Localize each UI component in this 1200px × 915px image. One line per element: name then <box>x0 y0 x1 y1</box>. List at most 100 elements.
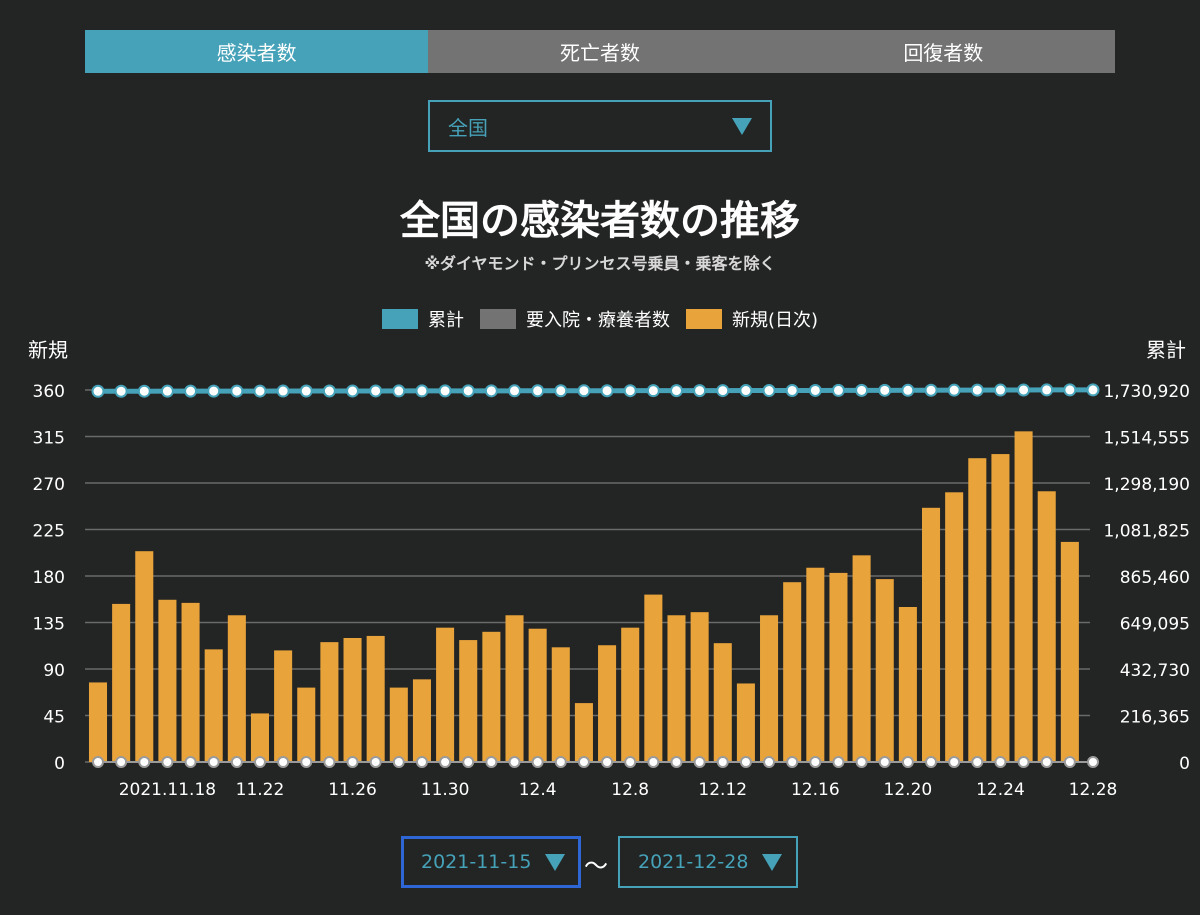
point-cumulative[interactable] <box>646 384 660 398</box>
bar-new-cases[interactable] <box>736 683 755 762</box>
point-hospitalized[interactable] <box>300 756 313 768</box>
bar-new-cases[interactable] <box>621 627 640 762</box>
point-hospitalized[interactable] <box>253 756 266 768</box>
bar-new-cases[interactable] <box>806 567 825 762</box>
point-hospitalized[interactable] <box>716 756 729 768</box>
point-hospitalized[interactable] <box>323 756 336 768</box>
point-cumulative[interactable] <box>531 384 545 398</box>
bar-new-cases[interactable] <box>204 649 223 762</box>
point-cumulative[interactable] <box>993 383 1007 397</box>
point-hospitalized[interactable] <box>346 756 359 768</box>
point-hospitalized[interactable] <box>624 756 637 768</box>
bar-new-cases[interactable] <box>459 640 478 762</box>
point-cumulative[interactable] <box>137 384 151 398</box>
bar-new-cases[interactable] <box>505 615 524 762</box>
point-hospitalized[interactable] <box>161 756 174 768</box>
point-cumulative[interactable] <box>461 384 475 398</box>
bar-new-cases[interactable] <box>320 642 339 762</box>
bar-new-cases[interactable] <box>436 627 455 762</box>
point-cumulative[interactable] <box>600 384 614 398</box>
point-hospitalized[interactable] <box>809 756 822 768</box>
point-cumulative[interactable] <box>693 384 707 398</box>
point-cumulative[interactable] <box>1063 383 1077 397</box>
bar-new-cases[interactable] <box>482 631 501 762</box>
point-cumulative[interactable] <box>230 384 244 398</box>
point-cumulative[interactable] <box>322 384 336 398</box>
bar-new-cases[interactable] <box>945 492 964 762</box>
point-cumulative[interactable] <box>91 384 105 398</box>
bar-new-cases[interactable] <box>690 612 709 762</box>
point-cumulative[interactable] <box>207 384 221 398</box>
bar-new-cases[interactable] <box>898 607 917 762</box>
point-cumulative[interactable] <box>114 384 128 398</box>
bar-new-cases[interactable] <box>343 638 362 762</box>
point-cumulative[interactable] <box>1086 383 1100 397</box>
date-to-select[interactable]: 2021-12-28 <box>618 836 798 888</box>
point-hospitalized[interactable] <box>948 756 961 768</box>
point-cumulative[interactable] <box>438 384 452 398</box>
point-hospitalized[interactable] <box>670 756 683 768</box>
bar-new-cases[interactable] <box>644 594 663 762</box>
point-cumulative[interactable] <box>924 383 938 397</box>
point-hospitalized[interactable] <box>92 756 104 768</box>
point-hospitalized[interactable] <box>971 756 984 768</box>
point-cumulative[interactable] <box>808 383 822 397</box>
point-hospitalized[interactable] <box>369 756 382 768</box>
bar-new-cases[interactable] <box>181 602 200 762</box>
point-hospitalized[interactable] <box>647 756 660 768</box>
point-cumulative[interactable] <box>554 384 568 398</box>
point-cumulative[interactable] <box>716 384 730 398</box>
bar-new-cases[interactable] <box>875 579 894 762</box>
point-hospitalized[interactable] <box>485 756 498 768</box>
point-hospitalized[interactable] <box>878 756 891 768</box>
point-cumulative[interactable] <box>415 384 429 398</box>
bar-new-cases[interactable] <box>250 713 270 762</box>
point-hospitalized[interactable] <box>925 756 938 768</box>
point-hospitalized[interactable] <box>901 756 914 768</box>
point-hospitalized[interactable] <box>115 756 128 768</box>
bar-new-cases[interactable] <box>551 647 570 762</box>
point-cumulative[interactable] <box>878 383 892 397</box>
point-hospitalized[interactable] <box>439 756 452 768</box>
point-hospitalized[interactable] <box>739 756 752 768</box>
point-hospitalized[interactable] <box>855 756 868 768</box>
point-hospitalized[interactable] <box>832 756 845 768</box>
point-cumulative[interactable] <box>623 384 637 398</box>
bar-new-cases[interactable] <box>1014 431 1033 762</box>
bar-new-cases[interactable] <box>158 599 177 762</box>
point-cumulative[interactable] <box>253 384 267 398</box>
point-hospitalized[interactable] <box>601 756 614 768</box>
point-hospitalized[interactable] <box>184 756 197 768</box>
bar-new-cases[interactable] <box>274 650 293 762</box>
bar-new-cases[interactable] <box>991 454 1010 762</box>
bar-new-cases[interactable] <box>921 507 941 762</box>
bar-new-cases[interactable] <box>297 687 316 762</box>
bar-new-cases[interactable] <box>760 615 779 762</box>
point-hospitalized[interactable] <box>577 756 590 768</box>
point-cumulative[interactable] <box>785 383 799 397</box>
point-hospitalized[interactable] <box>1017 756 1030 768</box>
bar-new-cases[interactable] <box>88 682 108 762</box>
bar-new-cases[interactable] <box>852 555 871 762</box>
point-cumulative[interactable] <box>577 384 591 398</box>
point-hospitalized[interactable] <box>508 756 521 768</box>
point-cumulative[interactable] <box>184 384 198 398</box>
bar-new-cases[interactable] <box>667 615 686 762</box>
point-hospitalized[interactable] <box>230 756 243 768</box>
point-cumulative[interactable] <box>1017 383 1031 397</box>
point-cumulative[interactable] <box>762 384 776 398</box>
point-hospitalized[interactable] <box>1087 756 1099 768</box>
point-cumulative[interactable] <box>831 383 845 397</box>
point-hospitalized[interactable] <box>994 756 1007 768</box>
bar-new-cases[interactable] <box>968 458 987 762</box>
point-hospitalized[interactable] <box>462 756 475 768</box>
bar-new-cases[interactable] <box>1037 491 1056 762</box>
point-hospitalized[interactable] <box>392 756 405 768</box>
point-hospitalized[interactable] <box>138 756 151 768</box>
point-cumulative[interactable] <box>947 383 961 397</box>
bar-new-cases[interactable] <box>1060 541 1079 762</box>
point-cumulative[interactable] <box>369 384 383 398</box>
bar-new-cases[interactable] <box>528 628 547 762</box>
point-hospitalized[interactable] <box>531 756 544 768</box>
point-hospitalized[interactable] <box>786 756 799 768</box>
